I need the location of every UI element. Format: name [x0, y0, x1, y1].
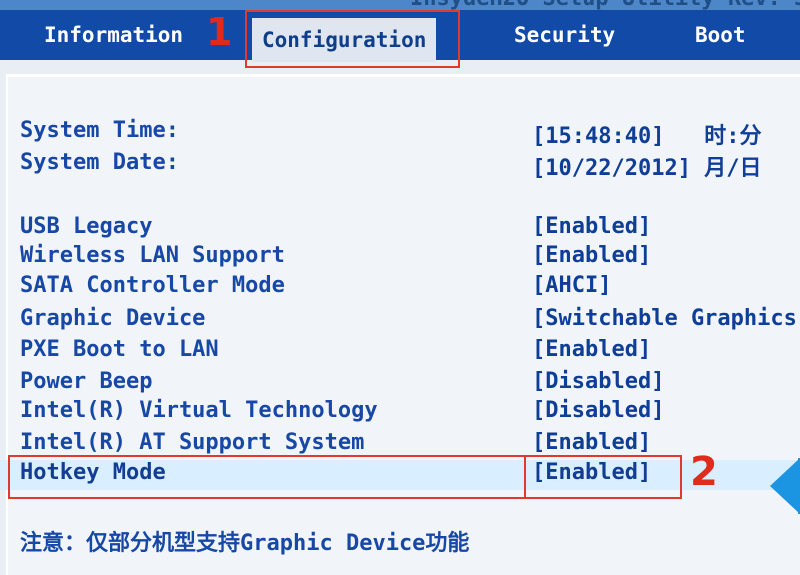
setting-value[interactable]: [Enabled] [532, 337, 651, 362]
system-date-field: [10/22/2012] [532, 156, 691, 181]
system-time-label: System Time: [20, 118, 179, 143]
setting-label: SATA Controller Mode [20, 273, 285, 298]
setting-label: Intel(R) Virtual Technology [20, 398, 378, 423]
setting-label: PXE Boot to LAN [20, 337, 219, 362]
annotation-marker-1: 1 [206, 10, 233, 54]
note-text: 注意：仅部分机型支持Graphic Device功能 [20, 531, 470, 556]
tab-information[interactable]: Information [44, 20, 183, 50]
setting-row-graphic-device[interactable]: Graphic Device [Switchable Graphics] [0, 306, 800, 336]
system-time-field: [15:48:40] [532, 124, 665, 149]
tab-boot[interactable]: Boot [695, 20, 746, 50]
setting-label: Power Beep [20, 369, 153, 394]
system-date-label: System Date: [20, 150, 179, 175]
system-date-value[interactable]: [10/22/2012] 月/日 [532, 150, 761, 182]
setting-value[interactable]: [AHCI] [532, 273, 611, 298]
annotation-marker-2: 2 [690, 449, 718, 495]
setting-row-pxe-boot[interactable]: PXE Boot to LAN [Enabled] [0, 337, 800, 367]
system-time-format: 时:分 [704, 124, 762, 149]
setting-value[interactable]: [Enabled] [532, 214, 651, 239]
system-date-row[interactable]: System Date: [10/22/2012] 月/日 [0, 150, 800, 182]
setting-value[interactable]: [Enabled] [532, 430, 651, 455]
title-bar: InsydeH2O Setup Utility Rev. 3 [0, 0, 800, 10]
window-title: InsydeH2O Setup Utility Rev. 3 [410, 0, 800, 10]
setting-row-usb-legacy[interactable]: USB Legacy [Enabled] [0, 214, 800, 244]
setting-row-virtual-technology[interactable]: Intel(R) Virtual Technology [Disabled] [0, 398, 800, 428]
setting-row-power-beep[interactable]: Power Beep [Disabled] [0, 369, 800, 399]
setting-value[interactable]: [Enabled] [532, 243, 651, 268]
setting-row-sata-mode[interactable]: SATA Controller Mode [AHCI] [0, 273, 800, 303]
setting-label: Intel(R) AT Support System [20, 430, 365, 455]
hotkey-value-annotation-box [524, 455, 682, 499]
setting-label: Graphic Device [20, 306, 206, 331]
pointer-arrow-icon [770, 458, 800, 514]
tab-security[interactable]: Security [514, 20, 615, 50]
setting-value[interactable]: [Switchable Graphics] [532, 306, 800, 331]
system-date-format: 月/日 [704, 156, 762, 181]
system-time-row[interactable]: System Time: [15:48:40] 时:分 [0, 118, 800, 150]
configuration-tab-annotation-box [245, 10, 460, 68]
setting-value[interactable]: [Disabled] [532, 398, 664, 423]
system-time-value[interactable]: [15:48:40] 时:分 [532, 118, 761, 150]
setting-label: Wireless LAN Support [20, 243, 285, 268]
setting-value[interactable]: [Disabled] [532, 369, 664, 394]
setting-row-wireless-lan[interactable]: Wireless LAN Support [Enabled] [0, 243, 800, 273]
setting-label: USB Legacy [20, 214, 153, 239]
